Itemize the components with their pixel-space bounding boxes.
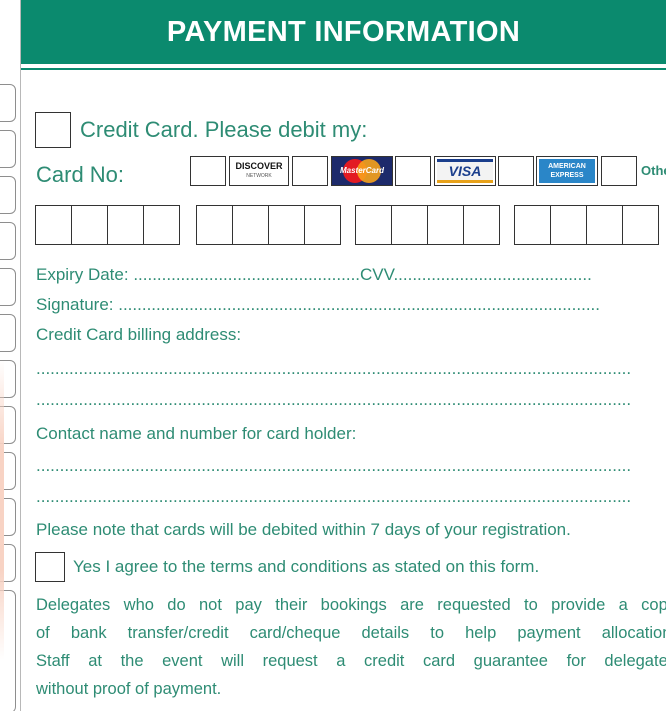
mastercard-checkbox[interactable] xyxy=(292,156,328,186)
card-digit-box[interactable] xyxy=(550,205,587,245)
margin-tab xyxy=(0,222,16,260)
visa-checkbox[interactable] xyxy=(395,156,431,186)
expiry-label: Expiry Date: xyxy=(36,265,134,284)
card-digit-box[interactable] xyxy=(391,205,428,245)
card-digit-box[interactable] xyxy=(355,205,392,245)
card-digit-box[interactable] xyxy=(304,205,341,245)
card-digit-box[interactable] xyxy=(196,205,233,245)
delegates-note-line: without proof of payment. xyxy=(36,680,222,698)
billing-address-field-1[interactable]: ........................................… xyxy=(36,359,631,379)
page-title: PAYMENT INFORMATION xyxy=(21,0,666,64)
delegates-note-line: Delegates who do not pay their bookings … xyxy=(36,596,666,614)
decorative-accent xyxy=(0,360,4,660)
card-digit-box[interactable] xyxy=(586,205,623,245)
cvv-label: CVV xyxy=(360,265,394,284)
card-digit-box[interactable] xyxy=(514,205,551,245)
signature-line: Signature: .............................… xyxy=(36,295,600,315)
expiry-cvv-line: Expiry Date: ...........................… xyxy=(36,265,592,285)
payment-form-panel: PAYMENT INFORMATION Credit Card. Please … xyxy=(21,0,666,711)
card-no-label: Card No: xyxy=(36,162,125,187)
card-digit-box[interactable] xyxy=(35,205,72,245)
card-digit-box[interactable] xyxy=(71,205,108,245)
debit-note: Please note that cards will be debited w… xyxy=(36,520,571,539)
agree-label: Yes I agree to the terms and conditions … xyxy=(73,557,540,576)
card-digit-box[interactable] xyxy=(463,205,500,245)
contact-field-2[interactable]: ........................................… xyxy=(36,487,631,507)
discover-checkbox[interactable] xyxy=(190,156,226,186)
signature-field[interactable]: ........................................… xyxy=(118,295,600,314)
visa-logo-icon: VISA xyxy=(434,156,496,186)
card-number-group-2[interactable] xyxy=(196,205,341,245)
contact-field-1[interactable]: ........................................… xyxy=(36,456,631,476)
billing-address-label: Credit Card billing address: xyxy=(36,325,242,344)
margin-tab xyxy=(0,130,16,168)
signature-label: Signature: xyxy=(36,295,119,314)
other-card-label: Other xyxy=(641,163,666,178)
margin-tab xyxy=(0,176,16,214)
card-digit-box[interactable] xyxy=(107,205,144,245)
card-digit-box[interactable] xyxy=(143,205,180,245)
billing-address-field-2[interactable]: ........................................… xyxy=(36,390,631,410)
margin-tab xyxy=(0,84,16,122)
cvv-field[interactable]: ........................................… xyxy=(393,265,591,284)
expiry-field[interactable]: ........................................… xyxy=(133,265,360,284)
amex-logo-icon: AMERICAN EXPRESS xyxy=(536,156,598,186)
discover-logo-icon: DISCOVER NETWORK xyxy=(229,156,289,186)
other-card-checkbox[interactable] xyxy=(601,156,637,186)
card-digit-box[interactable] xyxy=(268,205,305,245)
agree-checkbox[interactable] xyxy=(35,552,65,582)
card-digit-box[interactable] xyxy=(622,205,659,245)
card-digit-box[interactable] xyxy=(232,205,269,245)
amex-checkbox[interactable] xyxy=(498,156,534,186)
card-number-group-4[interactable] xyxy=(514,205,659,245)
left-margin-strip xyxy=(0,0,21,711)
card-number-group-3[interactable] xyxy=(355,205,500,245)
credit-card-label: Credit Card. Please debit my: xyxy=(80,117,368,142)
delegates-note-line: Staff at the event will request a credit… xyxy=(36,652,666,670)
contact-label: Contact name and number for card holder: xyxy=(36,424,357,443)
card-digit-box[interactable] xyxy=(427,205,464,245)
card-number-group-1[interactable] xyxy=(35,205,180,245)
divider xyxy=(21,68,666,70)
margin-tab xyxy=(0,314,16,352)
credit-card-checkbox[interactable] xyxy=(35,112,71,148)
mastercard-logo-icon: MasterCard xyxy=(331,156,393,186)
margin-tab xyxy=(0,268,16,306)
delegates-note-line: of bank transfer/credit card/cheque deta… xyxy=(36,624,666,642)
